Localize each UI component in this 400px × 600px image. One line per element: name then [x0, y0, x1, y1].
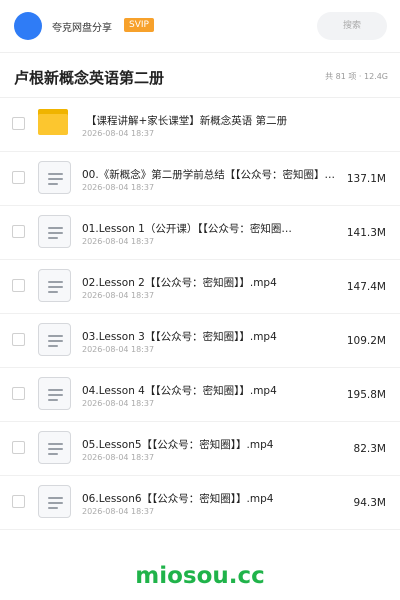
list-item[interactable]: 04.Lesson 4【【公众号：密知圈】】.mp4 2026-08-04 18… [0, 368, 400, 422]
file-date: 2026-08-04 18:37 [82, 183, 155, 192]
search-input[interactable]: 搜索 [317, 12, 387, 40]
list-item[interactable]: 01.Lesson 1（公开课）【【公众号：密知圈… 2026-08-04 18… [0, 206, 400, 260]
file-date: 2026-08-04 18:37 [82, 291, 155, 300]
row-checkbox[interactable] [12, 495, 25, 508]
file-size: 94.3M [353, 497, 386, 509]
document-icon [38, 323, 71, 356]
file-name: 04.Lesson 4【【公众号：密知圈】】.mp4 [82, 385, 277, 397]
document-icon [38, 161, 71, 194]
document-icon [38, 431, 71, 464]
row-checkbox[interactable] [12, 333, 25, 346]
file-size: 109.2M [346, 335, 386, 347]
list-item[interactable]: 00.《新概念》第二册学前总结【【公众号：密知圈】… 2026-08-04 18… [0, 152, 400, 206]
avatar[interactable] [14, 12, 42, 40]
file-date: 2026-08-04 18:37 [82, 345, 155, 354]
file-list: 【课程讲解+家长课堂】新概念英语 第二册 2026-08-04 18:37 00… [0, 98, 400, 530]
file-name: 03.Lesson 3【【公众号：密知圈】】.mp4 [82, 331, 277, 343]
file-size: 195.8M [346, 389, 386, 401]
file-date: 2026-08-04 18:37 [82, 453, 155, 462]
file-date: 2026-08-04 18:37 [82, 399, 155, 408]
list-item[interactable]: 【课程讲解+家长课堂】新概念英语 第二册 2026-08-04 18:37 [0, 98, 400, 152]
list-item[interactable]: 02.Lesson 2【【公众号：密知圈】】.mp4 2026-08-04 18… [0, 260, 400, 314]
folder-meta: 共 81 项 · 12.4G [325, 72, 388, 81]
file-size: 137.1M [346, 173, 386, 185]
folder-header: 卢根新概念英语第二册 共 81 项 · 12.4G [0, 52, 400, 98]
file-name: 01.Lesson 1（公开课）【【公众号：密知圈… [82, 223, 292, 235]
document-icon [38, 485, 71, 518]
file-size: 147.4M [346, 281, 386, 293]
row-checkbox[interactable] [12, 117, 25, 130]
document-icon [38, 269, 71, 302]
search-placeholder: 搜索 [342, 21, 361, 31]
top-bar: 夸克网盘分享 SVIP 搜索 [0, 0, 400, 52]
list-item[interactable]: 06.Lesson6【【公众号：密知圈】】.mp4 2026-08-04 18:… [0, 476, 400, 530]
document-icon [38, 215, 71, 248]
row-checkbox[interactable] [12, 441, 25, 454]
row-checkbox[interactable] [12, 225, 25, 238]
file-name: 【课程讲解+家长课堂】新概念英语 第二册 [86, 115, 288, 127]
folder-icon [38, 107, 71, 140]
list-item[interactable]: 05.Lesson5【【公众号：密知圈】】.mp4 2026-08-04 18:… [0, 422, 400, 476]
file-size: 141.3M [346, 227, 386, 239]
file-date: 2026-08-04 18:37 [82, 507, 155, 516]
file-name: 05.Lesson5【【公众号：密知圈】】.mp4 [82, 439, 274, 451]
row-checkbox[interactable] [12, 279, 25, 292]
file-date: 2026-08-04 18:37 [82, 237, 155, 246]
watermark: miosou.cc [135, 563, 265, 589]
file-size: 82.3M [353, 443, 386, 455]
file-name: 02.Lesson 2【【公众号：密知圈】】.mp4 [82, 277, 277, 289]
row-checkbox[interactable] [12, 387, 25, 400]
list-item[interactable]: 03.Lesson 3【【公众号：密知圈】】.mp4 2026-08-04 18… [0, 314, 400, 368]
share-owner-name: 夸克网盘分享 [52, 23, 112, 34]
document-icon [38, 377, 71, 410]
svip-badge: SVIP [124, 18, 154, 32]
file-name: 00.《新概念》第二册学前总结【【公众号：密知圈】… [82, 169, 335, 181]
page-title: 卢根新概念英语第二册 [14, 69, 165, 87]
file-date: 2026-08-04 18:37 [82, 129, 155, 138]
file-name: 06.Lesson6【【公众号：密知圈】】.mp4 [82, 493, 274, 505]
row-checkbox[interactable] [12, 171, 25, 184]
